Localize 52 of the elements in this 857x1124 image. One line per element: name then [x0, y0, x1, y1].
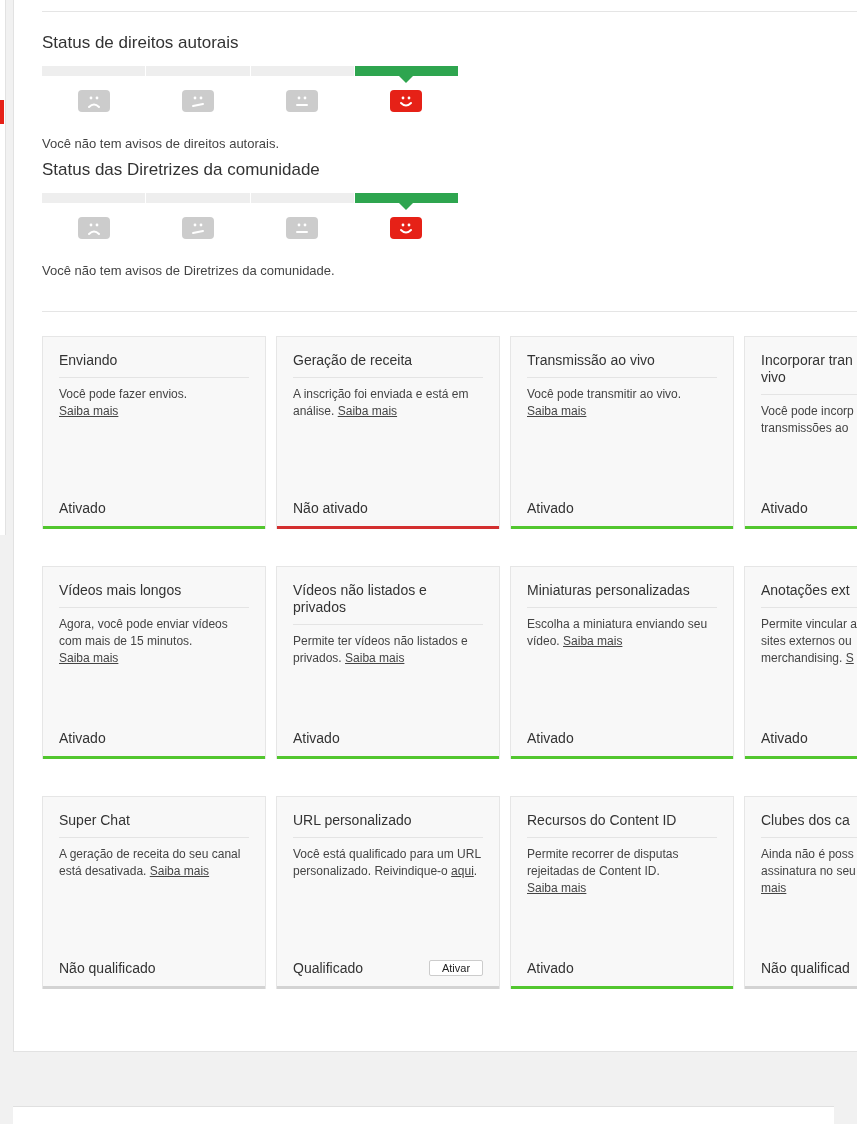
section-title: Status de direitos autorais	[42, 33, 240, 54]
card-title: Enviando	[59, 352, 249, 378]
learn-more-link[interactable]: Saiba mais	[149, 864, 210, 878]
feature-status: Ativado	[293, 730, 340, 746]
card-description: Ainda não é poss assinatura no seu mais	[761, 846, 857, 897]
feature-status: Ativado	[527, 500, 574, 516]
card-title: Vídeos mais longos	[59, 582, 249, 608]
card-description: Você pode fazer envios. Saiba mais	[59, 386, 189, 420]
feature-status: Ativado	[527, 960, 574, 976]
card-description: Agora, você pode enviar vídeos com mais de 15 minutos. Saiba mais	[59, 616, 229, 667]
feature-status: Não qualificad	[761, 960, 850, 976]
card-title: Incorporar tran vivo	[761, 352, 857, 395]
card-description: A geração de receita do seu canal está desativada. Saiba mais	[59, 846, 242, 880]
learn-more-link[interactable]: Saiba mais	[345, 651, 405, 665]
feature-status: Qualificado	[293, 960, 364, 976]
feature-status: Ativado	[527, 730, 574, 746]
learn-more-link[interactable]: aqui	[451, 864, 474, 878]
card-description: Escolha a miniatura enviando seu vídeo. Saiba mais	[527, 616, 709, 650]
learn-more-link[interactable]: S	[845, 651, 854, 665]
learn-more-link[interactable]: Saiba mais	[59, 651, 119, 665]
card-description: Permite recorrer de disputas rejeitadas de Content ID. Saiba mais	[527, 846, 680, 897]
learn-more-link[interactable]: Saiba mais	[337, 404, 398, 418]
learn-more-link[interactable]: Saiba mais	[59, 404, 119, 418]
feature-status: Ativado	[761, 730, 808, 746]
card-description: Você pode incorp transmissões ao	[761, 403, 855, 437]
learn-more-link[interactable]: mais	[761, 881, 787, 895]
card-title: Clubes dos ca	[761, 812, 857, 838]
card-title: Anotações ext	[761, 582, 857, 608]
card-title: Miniaturas personalizadas	[527, 582, 717, 608]
learn-more-link[interactable]: Saiba mais	[527, 404, 587, 418]
card-description: Permite vincular a sites externos ou merchandising. S	[761, 616, 857, 667]
activate-button[interactable]: Ativar	[429, 960, 483, 976]
card-title: Vídeos não listados e privados	[293, 582, 483, 625]
card-title: Transmissão ao vivo	[527, 352, 717, 378]
card-description: Permite ter vídeos não listados e privados. Saiba mais	[293, 633, 469, 667]
learn-more-link[interactable]: Saiba mais	[527, 881, 587, 895]
card-title: Super Chat	[59, 812, 249, 838]
card-title: Recursos do Content ID	[527, 812, 717, 838]
card-title: URL personalizado	[293, 812, 483, 838]
status-message: Você não tem avisos de direitos autorais.	[42, 136, 281, 151]
feature-status: Ativado	[59, 730, 106, 746]
card-description: Você pode transmitir ao vivo. Saiba mais	[527, 386, 683, 420]
status-message: Você não tem avisos de Diretrizes da comunidade.	[42, 263, 336, 278]
card-description: A inscrição foi enviada e está em análise. Saiba mais	[293, 386, 470, 420]
card-description: Você está qualificado para um URL personalizado. Reivindique-o aqui.	[293, 846, 482, 880]
learn-more-link[interactable]: Saiba mais	[563, 634, 623, 648]
feature-status: Ativado	[59, 500, 106, 516]
feature-status: Não qualificado	[59, 960, 156, 976]
feature-status: Não ativado	[293, 500, 368, 516]
card-title: Geração de receita	[293, 352, 483, 378]
section-title: Status das Diretrizes da comunidade	[42, 160, 321, 181]
feature-status: Ativado	[761, 500, 808, 516]
